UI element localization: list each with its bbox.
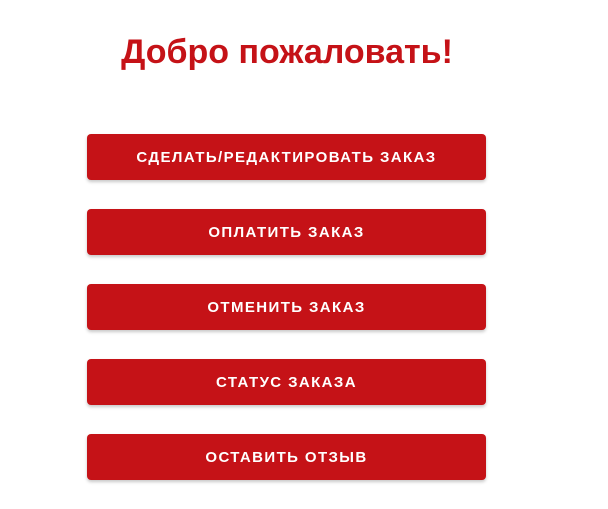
welcome-page: Добро пожаловать! СДЕЛАТЬ/РЕДАКТИРОВАТЬ … [0,0,608,509]
order-status-button[interactable]: СТАТУС ЗАКАЗА [87,359,486,405]
pay-order-button[interactable]: ОПЛАТИТЬ ЗАКАЗ [87,209,486,255]
cancel-order-button[interactable]: ОТМЕНИТЬ ЗАКАЗ [87,284,486,330]
main-menu: СДЕЛАТЬ/РЕДАКТИРОВАТЬ ЗАКАЗ ОПЛАТИТЬ ЗАК… [87,134,486,480]
make-edit-order-button[interactable]: СДЕЛАТЬ/РЕДАКТИРОВАТЬ ЗАКАЗ [87,134,486,180]
leave-review-button[interactable]: ОСТАВИТЬ ОТЗЫВ [87,434,486,480]
page-title: Добро пожаловать! [121,33,453,71]
